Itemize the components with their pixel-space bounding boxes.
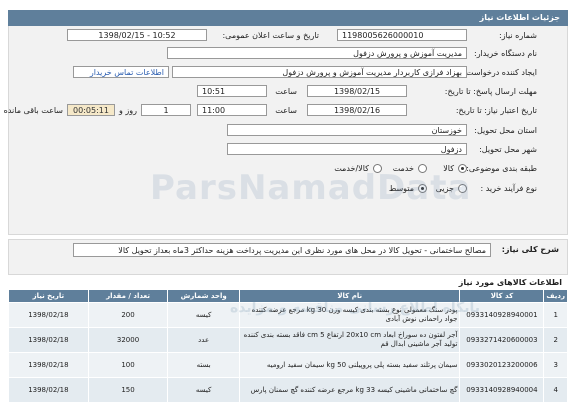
- announce-datetime-field: 1398/02/15 - 10:52: [67, 29, 207, 41]
- need-number-field: 1198005626000010: [337, 29, 467, 41]
- summary-label: شرح کلی نیاز:: [501, 245, 559, 254]
- cell-row: 1: [543, 302, 568, 328]
- cell-date: 1398/02/18: [8, 377, 89, 403]
- cell-qty: 100: [87, 352, 169, 378]
- process-radio-minor[interactable]: [458, 184, 467, 193]
- process-label: نوع فرآیند خرید :: [480, 184, 537, 193]
- remaining-time-field: 00:05:11: [67, 104, 115, 116]
- send-hour-label: ساعت: [275, 87, 297, 96]
- validity-time-field: 11:00: [197, 104, 267, 116]
- category-label: طبقه بندی موضوعی:: [466, 164, 537, 173]
- days-count-field: 1: [141, 104, 191, 116]
- cell-date: 1398/02/18: [8, 352, 89, 378]
- send-deadline-label: مهلت ارسال پاسخ: تا تاریخ:: [444, 87, 537, 96]
- cell-code: 0933271420600003: [459, 327, 545, 353]
- cell-code: 0933140928940004: [459, 377, 545, 403]
- cell-date: 1398/02/18: [8, 302, 89, 328]
- cell-name: گچ ساختمانی ماشینی کیسه 33 kg مرجع عرضه …: [238, 377, 461, 403]
- cell-row: 2: [543, 327, 568, 353]
- cell-unit: کیسه: [167, 302, 240, 328]
- cell-qty: 200: [87, 302, 169, 328]
- cell-name: سیمان پرتلند سفید بسته پلی پروپیلنی 50 k…: [238, 352, 461, 378]
- process-option-medium: متوسط: [388, 184, 414, 193]
- table-row[interactable]: 3 0933020123200006 سیمان پرتلند سفید بست…: [8, 352, 568, 378]
- category-radio-service[interactable]: [418, 164, 427, 173]
- col-name: نام کالا: [238, 289, 461, 303]
- cell-row: 3: [543, 352, 568, 378]
- items-table: ردیف کد کالا نام کالا واحد شمارش تعداد /…: [8, 289, 568, 403]
- page-header: جزئیات اطلاعات نیاز: [8, 10, 568, 26]
- cell-code: 0933140928940001: [459, 302, 545, 328]
- col-code: کد کالا: [459, 289, 545, 303]
- buyer-field: مدیریت آموزش و پرورش دزفول: [167, 47, 467, 59]
- process-option-minor: جزیی: [435, 184, 454, 193]
- cell-qty: 32000: [87, 327, 169, 353]
- cell-unit: بسته: [167, 352, 240, 378]
- validity-label: تاریخ اعتبار نیاز: تا تاریخ:: [455, 106, 537, 115]
- col-qty: تعداد / مقدار: [87, 289, 169, 303]
- category-radio-goods-service[interactable]: [373, 164, 382, 173]
- send-date-field: 1398/02/15: [307, 85, 407, 97]
- need-details-panel: شماره نیاز: 1198005626000010 تاریخ و ساع…: [4, 26, 568, 235]
- remaining-label: ساعت باقی مانده: [3, 106, 63, 115]
- summary-field: مصالح ساختمانی - تحویل کالا در محل های م…: [73, 243, 491, 257]
- province-field: خوزستان: [227, 124, 467, 136]
- col-date: تاریخ نیاز: [8, 289, 89, 303]
- process-radio-medium[interactable]: [418, 184, 427, 193]
- need-number-label: شماره نیاز:: [499, 31, 537, 40]
- page-title: جزئیات اطلاعات نیاز: [479, 13, 560, 22]
- cell-unit: عدد: [167, 327, 240, 353]
- buyer-contact-link[interactable]: اطلاعات تماس خریدار: [73, 66, 169, 78]
- cell-name: آجر لفتون ده سوراخ ابعاد 20x10 cm ارتفاع…: [238, 327, 461, 353]
- city-field: دزفول: [227, 143, 467, 155]
- cell-qty: 150: [87, 377, 169, 403]
- city-label: شهر محل تحویل:: [479, 145, 537, 154]
- items-table-header: ردیف کد کالا نام کالا واحد شمارش تعداد /…: [8, 289, 568, 303]
- category-radio-goods[interactable]: [458, 164, 467, 173]
- table-row[interactable]: 4 0933140928940004 گچ ساختمانی ماشینی کی…: [8, 377, 568, 403]
- cell-date: 1398/02/18: [8, 327, 89, 353]
- creator-label: ایجاد کننده درخواست:: [463, 68, 537, 77]
- province-label: استان محل تحویل:: [474, 126, 537, 135]
- cell-code: 0933020123200006: [459, 352, 545, 378]
- cell-unit: کیسه: [167, 377, 240, 403]
- buyer-label: نام دستگاه خریدار:: [474, 49, 537, 58]
- category-option-goods: کالا: [443, 164, 454, 173]
- col-row: ردیف: [543, 289, 568, 303]
- summary-panel: شرح کلی نیاز: مصالح ساختمانی - تحویل کال…: [8, 239, 568, 275]
- creator-field: بهزاد فرازی کاربردار مدیریت آموزش و پرور…: [172, 66, 467, 78]
- col-unit: واحد شمارش: [167, 289, 240, 303]
- category-option-service: خدمت: [392, 164, 414, 173]
- table-row[interactable]: 1 0933140928940001 پودر سنگ معمولی نوع ب…: [8, 302, 568, 328]
- category-option-goods-service: کالا/خدمت: [334, 164, 369, 173]
- cell-name: پودر سنگ معمولی نوع بسته بندی کیسه وزن 3…: [238, 302, 461, 328]
- days-label: روز و: [119, 106, 137, 115]
- announce-label: تاریخ و ساعت اعلان عمومی:: [222, 31, 319, 40]
- send-time-field: 10:51: [197, 85, 267, 97]
- validity-date-field: 1398/02/16: [307, 104, 407, 116]
- cell-row: 4: [543, 377, 568, 403]
- items-section-title: اطلاعات کالاهای مورد نیاز: [458, 278, 562, 287]
- validity-hour-label: ساعت: [275, 106, 297, 115]
- table-row[interactable]: 2 0933271420600003 آجر لفتون ده سوراخ اب…: [8, 327, 568, 353]
